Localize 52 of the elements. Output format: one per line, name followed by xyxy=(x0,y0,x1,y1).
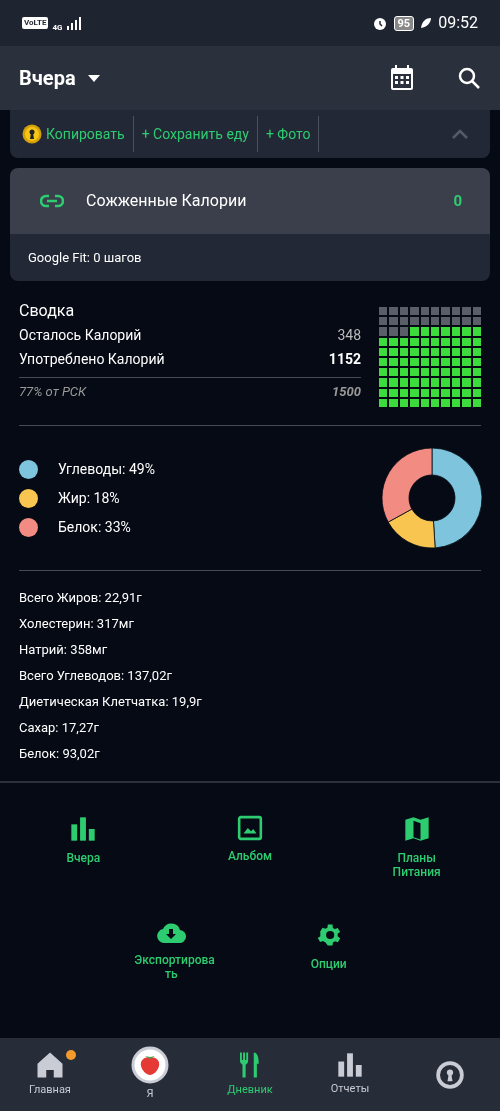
nav-tab[interactable]: Главная xyxy=(0,1038,100,1111)
action-button[interactable]: + Фото xyxy=(265,123,311,145)
image-icon xyxy=(237,815,263,841)
home-icon xyxy=(35,1050,65,1081)
summary-value: 1152 xyxy=(328,350,361,369)
summary-value: 348 xyxy=(337,326,361,345)
shortcut-button[interactable]: Альбом xyxy=(166,815,334,879)
date-dropdown[interactable]: Вчера xyxy=(19,63,100,93)
shortcut-button[interactable]: Планы Питания xyxy=(333,815,500,879)
summary-title: Сводка xyxy=(19,300,76,322)
link-icon xyxy=(40,194,64,208)
burned-calories-value: 0 xyxy=(453,190,462,212)
legend-label: Жир: 18% xyxy=(58,488,120,508)
summary-label: Осталось Калорий xyxy=(19,326,142,345)
nutrient-line: Всего Углеводов: 137,02г xyxy=(19,667,173,685)
summary-label: Употреблено Калорий xyxy=(19,350,165,369)
alarm-icon xyxy=(371,15,388,31)
calendar-icon[interactable] xyxy=(390,65,414,91)
signal-icon xyxy=(66,16,83,30)
bar-chart-icon xyxy=(336,1051,364,1080)
nutrient-line: Натрий: 358мг xyxy=(19,641,109,659)
burned-calories-label: Сожженные Калории xyxy=(86,190,248,212)
avatar-icon xyxy=(131,1046,169,1085)
action-button[interactable]: Копировать xyxy=(22,123,125,145)
nutrient-line: Всего Жиров: 22,91г xyxy=(19,589,143,607)
network-type: 4G xyxy=(52,22,63,34)
cloud-download-icon xyxy=(156,921,187,945)
keyhole-coin-icon xyxy=(22,124,42,144)
nutrient-line: Сахар: 17,27г xyxy=(19,719,100,737)
clock: 09:52 xyxy=(438,12,478,34)
keyhole-badge-icon xyxy=(435,1059,465,1090)
nutrient-line: Белок: 93,02г xyxy=(19,745,101,763)
battery-level: 95 xyxy=(393,15,415,31)
legend-label: Белок: 33% xyxy=(58,517,131,537)
steps-footer: Google Fit: 0 шагов xyxy=(10,234,490,281)
legend-label: Углеводы: 49% xyxy=(58,459,155,479)
search-icon[interactable] xyxy=(458,67,480,89)
nav-tab[interactable]: Отчеты xyxy=(300,1038,400,1111)
nutrient-line: Диетическая Клетчатка: 19,9г xyxy=(19,693,203,711)
goal-percent: 77% от РСК xyxy=(19,383,87,401)
action-button[interactable]: + Сохранить еду xyxy=(141,123,249,145)
map-icon xyxy=(402,815,431,843)
leaf-icon xyxy=(420,17,433,29)
nav-tab[interactable]: Дневник xyxy=(200,1038,300,1111)
caret-icon xyxy=(87,74,100,82)
nutrient-line: Холестерин: 317мг xyxy=(19,615,135,633)
nav-tab[interactable]: Я xyxy=(100,1038,200,1111)
network-badge: VoLTE xyxy=(22,17,49,29)
burned-calories-row[interactable]: Сожженные Калории 0 xyxy=(10,168,490,234)
bar-chart-icon xyxy=(69,815,98,843)
shortcut-button[interactable]: Вчера xyxy=(0,815,167,879)
goal-value: 1500 xyxy=(332,383,361,401)
